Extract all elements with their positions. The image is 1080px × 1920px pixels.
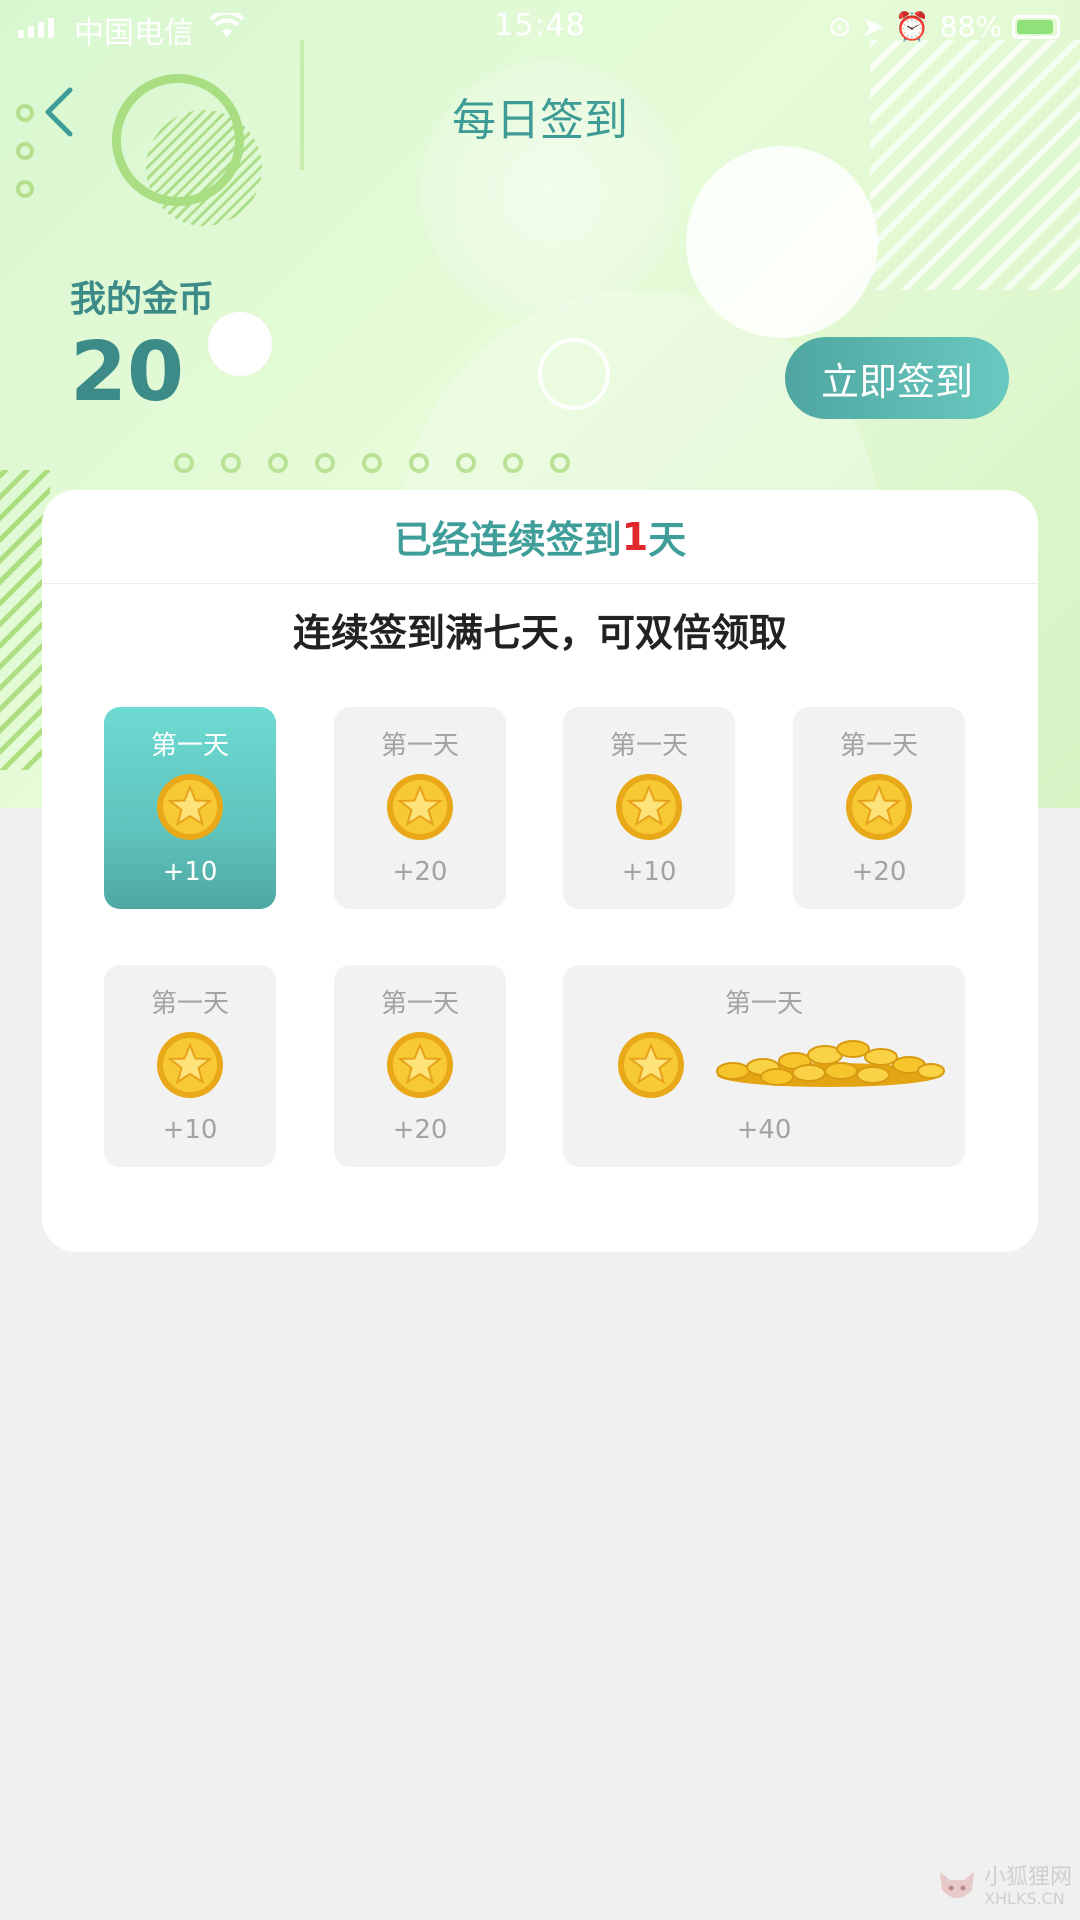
battery-percent: 88%	[939, 10, 1002, 43]
day-tile[interactable]: 第一天 +10	[563, 707, 735, 909]
fox-logo-icon	[939, 1872, 974, 1898]
day-label: 第一天	[839, 731, 918, 761]
decor-dot	[174, 453, 194, 473]
day-tile[interactable]: 第一天 +10	[104, 707, 276, 909]
day-tile[interactable]: 第一天 +10	[104, 965, 276, 1167]
checkin-card: 已经连续签到 1 天 连续签到满七天，可双倍领取 第一天 +10 第一天 +20…	[42, 490, 1038, 1252]
decor-dot	[550, 453, 570, 473]
signin-now-button[interactable]: 立即签到	[785, 337, 1009, 419]
streak-banner: 已经连续签到 1 天	[42, 490, 1038, 584]
day-tile[interactable]: 第一天 +20	[793, 707, 965, 909]
status-bar: 中国电信 15:48 ⊙ ➤ ⏰ 88%	[0, 0, 1080, 54]
day-amount: +10	[162, 857, 218, 887]
decor-dot	[221, 453, 241, 473]
status-right: ⊙ ➤ ⏰ 88%	[828, 10, 1060, 43]
decor-dot	[16, 180, 34, 198]
coin-balance-label: 我的金币	[70, 279, 215, 320]
watermark: 小狐狸网 XHLKS.CN	[936, 1865, 1072, 1909]
day-amount: +40	[736, 1115, 792, 1145]
day-label: 第一天	[380, 731, 459, 761]
day-amount: +20	[392, 1115, 448, 1145]
decor-dot	[503, 453, 523, 473]
gold-coin-icon	[387, 1032, 453, 1098]
day-amount: +10	[162, 1115, 218, 1145]
decor-ring	[538, 338, 610, 410]
streak-days: 1	[621, 514, 649, 559]
decor-dot	[456, 453, 476, 473]
gold-coin-icon	[157, 1032, 223, 1098]
alarm-icon: ⏰	[894, 10, 930, 43]
orientation-lock-icon: ⊙	[827, 10, 852, 43]
day-amount: +20	[392, 857, 448, 887]
coin-balance-value: 20	[70, 325, 185, 420]
day-tile[interactable]: 第一天 +20	[334, 965, 506, 1167]
decor-dot	[409, 453, 429, 473]
day-tile-bonus[interactable]: 第一天 +40	[563, 965, 965, 1167]
watermark-url: XHLKS.CN	[983, 1889, 1065, 1909]
day-label: 第一天	[609, 731, 688, 761]
decor-stripes	[870, 40, 1080, 290]
gold-coin-icon	[846, 774, 912, 840]
gold-coin-icon	[616, 774, 682, 840]
day-amount: +20	[851, 857, 907, 887]
day-label: 第一天	[724, 989, 803, 1019]
page-title: 每日签到	[452, 95, 628, 146]
gold-coin-icon	[618, 1032, 684, 1098]
day-label: 第一天	[150, 989, 229, 1019]
day-label: 第一天	[380, 989, 459, 1019]
decor-dot	[362, 453, 382, 473]
coin-pile-icon	[716, 1040, 945, 1087]
day-label: 第一天	[150, 731, 229, 761]
location-icon: ➤	[861, 10, 885, 43]
double-reward-tip: 连续签到满七天，可双倍领取	[292, 611, 787, 655]
streak-suffix: 天	[648, 518, 687, 562]
day-tile[interactable]: 第一天 +20	[334, 707, 506, 909]
decor-dot	[315, 453, 335, 473]
decor-dot	[268, 453, 288, 473]
gold-coin-icon	[387, 774, 453, 840]
gold-coin-icon	[157, 774, 223, 840]
streak-prefix: 已经连续签到	[393, 518, 622, 562]
day-amount: +10	[621, 857, 677, 887]
battery-icon	[1012, 14, 1060, 39]
decor-bubble	[208, 312, 272, 376]
watermark-text: 小狐狸网	[983, 1865, 1072, 1891]
